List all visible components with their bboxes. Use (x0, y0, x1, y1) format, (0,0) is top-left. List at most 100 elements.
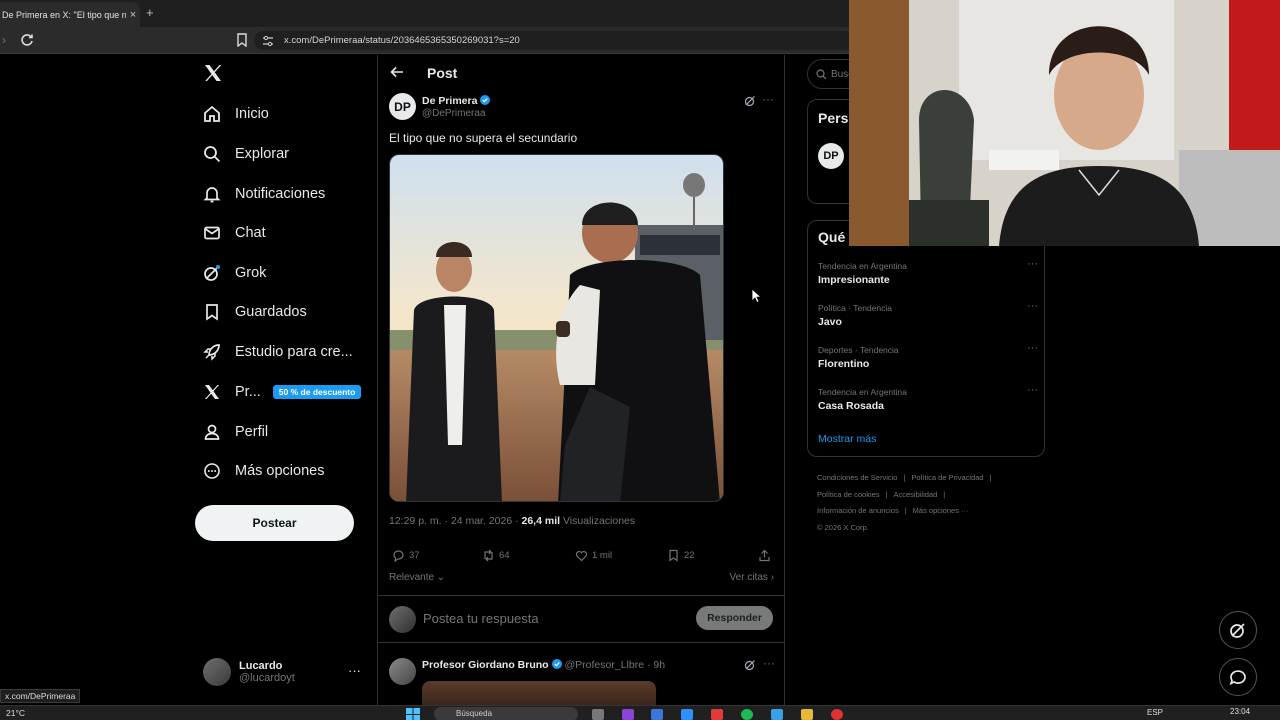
footer-link-cookies[interactable]: Política de cookies (817, 490, 880, 499)
nav-item-home[interactable]: Inicio (203, 102, 269, 126)
nav-item-creator-studio[interactable]: Estudio para cre... (203, 340, 353, 364)
nav-item-chat[interactable]: Chat (203, 221, 266, 245)
bookmark-star-icon[interactable] (236, 33, 248, 47)
tab-close-button[interactable]: × (126, 9, 140, 21)
nav-label: Pr... (235, 384, 261, 400)
left-navigation: Inicio Explorar Notificaciones Chat Grok… (195, 55, 375, 705)
reply-button[interactable]: 37 (392, 549, 420, 562)
search-icon (204, 146, 221, 163)
avatar (203, 658, 231, 686)
post-text: El tipo que no supera el secundario (389, 131, 578, 145)
site-settings-icon[interactable] (262, 35, 274, 47)
folder-icon[interactable] (801, 709, 813, 720)
card-title: Qué (818, 229, 846, 245)
footer-link-more[interactable]: Más opciones ··· (913, 506, 969, 515)
replies-sort-dropdown[interactable]: Relevante ⌄ (389, 572, 445, 583)
grok-icon (1230, 623, 1245, 638)
taskbar-app-icon[interactable] (651, 709, 663, 720)
x-icon (204, 385, 220, 399)
post-meta: 12:29 p. m. · 24 mar. 2026 · 26,4 mil Vi… (389, 515, 635, 527)
nav-item-explore[interactable]: Explorar (203, 142, 289, 166)
replies-sort-row: Relevante ⌄ Ver citas › (389, 572, 774, 586)
browser-tab[interactable]: De Primera en X: "El tipo que no × (0, 2, 140, 27)
clock[interactable]: 23:04 (1230, 707, 1250, 716)
url-field[interactable]: x.com/DePrimeraa/status/2036465365350269… (254, 31, 854, 50)
trend-more-icon[interactable]: ··· (1027, 300, 1038, 312)
nav-label: Inicio (235, 106, 269, 122)
post-more-icon[interactable]: ··· (762, 92, 774, 106)
account-switcher[interactable]: Lucardo @lucardoyt ··· (203, 655, 373, 689)
repost-button[interactable]: 64 (482, 549, 510, 562)
nav-item-notifications[interactable]: Notificaciones (203, 182, 325, 206)
nav-item-bookmarks[interactable]: Guardados (203, 300, 307, 324)
post-button[interactable]: Postear (195, 505, 354, 541)
grok-icon[interactable] (744, 95, 756, 107)
grok-float-button[interactable] (1219, 611, 1257, 649)
verified-badge-icon (551, 659, 562, 669)
reply-image[interactable] (422, 681, 656, 705)
footer-separator: | (903, 473, 906, 482)
taskbar-app-icon[interactable] (831, 709, 843, 720)
bookmark-button[interactable]: 22 (667, 549, 695, 562)
trend-name: Florentino (818, 358, 870, 370)
reload-icon[interactable] (19, 32, 35, 48)
author-handle[interactable]: @DePrimeraa (422, 108, 486, 119)
like-button[interactable]: 1 mil (575, 549, 612, 562)
reply-more-icon[interactable]: ··· (763, 656, 775, 670)
reply-avatar[interactable] (389, 658, 416, 685)
trend-context: Tendencia en Argentina (818, 261, 907, 271)
nav-label: Chat (235, 225, 266, 241)
nav-item-grok[interactable]: Grok (203, 261, 266, 285)
reply-post[interactable]: Profesor Giordano Bruno @Profesor_Llbre … (378, 653, 784, 705)
trend-more-icon[interactable]: ··· (1027, 342, 1038, 354)
trend-more-icon[interactable]: ··· (1027, 258, 1038, 270)
post-time[interactable]: 12:29 p. m. · 24 mar. 2026 · (389, 515, 522, 527)
trend-item[interactable]: Deportes · Tendencia Florentino ··· (818, 342, 1038, 375)
forward-icon[interactable]: › (2, 33, 6, 47)
nav-item-profile[interactable]: Perfil (203, 420, 268, 444)
author-name-text: De Primera (422, 95, 478, 107)
account-more-icon[interactable]: ··· (348, 663, 361, 678)
taskbar-search[interactable]: Búsqueda (434, 707, 578, 720)
share-button[interactable] (758, 549, 775, 562)
search-icon (816, 68, 827, 79)
trend-more-icon[interactable]: ··· (1027, 384, 1038, 396)
grok-icon[interactable] (744, 659, 756, 671)
footer-link-privacy[interactable]: Política de Privacidad (911, 473, 983, 482)
taskbar-app-icon[interactable] (592, 709, 604, 720)
footer-link-accessibility[interactable]: Accesibilidad (894, 490, 938, 499)
reply-input[interactable]: Postea tu respuesta (423, 611, 539, 626)
reply-author[interactable]: Profesor Giordano Bruno @Profesor_Llbre … (422, 659, 665, 671)
back-arrow-icon[interactable] (390, 65, 404, 79)
post-image[interactable] (389, 154, 724, 502)
taskbar-app-icon[interactable] (771, 709, 783, 720)
taskbar-app-icon[interactable] (681, 709, 693, 720)
author-avatar[interactable]: DP (389, 93, 416, 120)
footer-link-terms[interactable]: Condiciones de Servicio (817, 473, 897, 482)
person-icon (204, 424, 220, 440)
spotify-icon[interactable] (741, 709, 753, 720)
taskbar-app-icon[interactable] (711, 709, 723, 720)
footer-links: Condiciones de Servicio | Política de Priv… (817, 470, 1037, 536)
author-name[interactable]: De Primera (422, 95, 491, 107)
taskbar-app-icon[interactable] (622, 709, 634, 720)
new-tab-button[interactable]: + (146, 5, 154, 20)
suggested-avatar[interactable]: DP (818, 143, 844, 169)
show-more-link[interactable]: Mostrar más (818, 433, 876, 445)
view-quotes-link[interactable]: Ver citas › (730, 572, 774, 583)
reply-submit-button[interactable]: Responder (696, 606, 773, 630)
nav-item-more-options[interactable]: Más opciones (203, 459, 324, 483)
language-indicator[interactable]: ESP (1147, 708, 1163, 717)
x-logo-icon[interactable] (203, 63, 223, 83)
trend-item[interactable]: Tendencia en Argentina Casa Rosada ··· (818, 384, 1038, 417)
footer-link-ads-info[interactable]: Información de anuncios (817, 506, 899, 515)
footer-separator: | (989, 473, 992, 482)
trend-item[interactable]: Tendencia en Argentina Impresionante ··· (818, 258, 1038, 291)
weather-widget[interactable]: 21°C (6, 708, 25, 718)
windows-start-icon[interactable] (406, 708, 420, 720)
nav-item-premium[interactable]: Pr... 50 % de descuento (203, 380, 362, 404)
home-icon (204, 105, 220, 122)
messages-float-button[interactable] (1219, 658, 1257, 696)
status-url: x.com/DePrimeraa (0, 689, 81, 703)
trend-item[interactable]: Política · Tendencia Javo ··· (818, 300, 1038, 333)
